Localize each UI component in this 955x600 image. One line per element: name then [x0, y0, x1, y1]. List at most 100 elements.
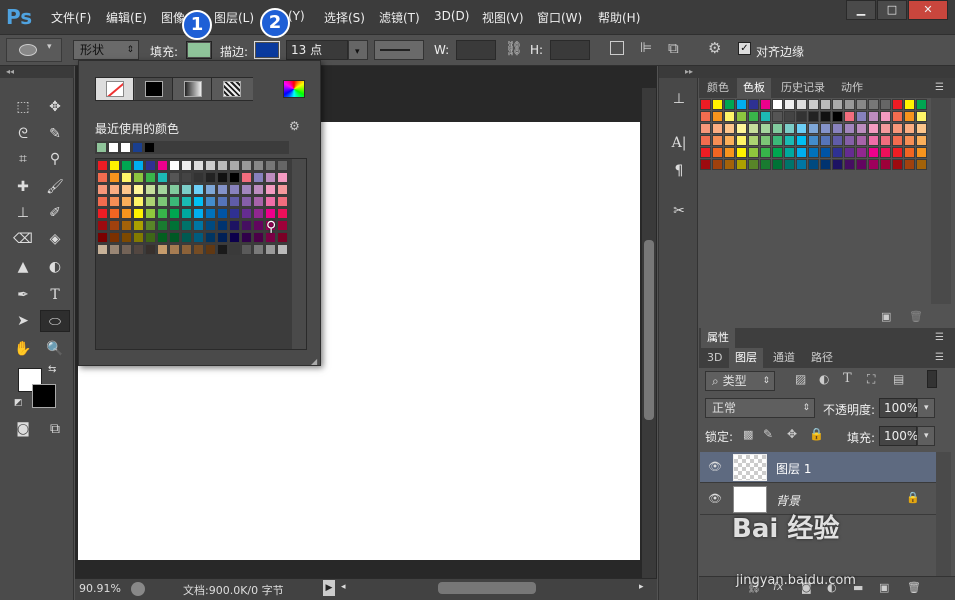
gear-icon[interactable]: ⚙ [289, 119, 300, 133]
popup-color-swatch[interactable] [133, 160, 144, 171]
panel-menu-icon[interactable]: ☰ [935, 332, 944, 343]
panel-color-swatch[interactable] [748, 123, 759, 134]
popup-color-swatch[interactable] [205, 172, 216, 183]
panel-color-swatch[interactable] [904, 147, 915, 158]
panel-color-swatch[interactable] [820, 123, 831, 134]
popup-swatch-grid[interactable] [96, 159, 292, 259]
path-selection-icon[interactable]: ➤ [10, 310, 36, 332]
popup-color-swatch[interactable] [145, 220, 156, 231]
popup-color-swatch[interactable] [145, 172, 156, 183]
popup-color-swatch[interactable] [229, 172, 240, 183]
stroke-swatch[interactable] [254, 41, 280, 59]
status-arrow-icon[interactable]: ▶ [323, 580, 335, 596]
filter-shape-icon[interactable]: ⛶ [867, 372, 875, 387]
tab-properties[interactable]: 属性 [701, 328, 735, 348]
panel-color-swatch[interactable] [868, 99, 879, 110]
healing-brush-icon[interactable]: ✚ [10, 176, 36, 198]
popup-color-swatch[interactable] [157, 184, 168, 195]
popup-color-swatch[interactable] [217, 184, 228, 195]
popup-color-swatch[interactable] [205, 184, 216, 195]
minimize-button[interactable]: ▁ [846, 0, 876, 20]
popup-color-swatch[interactable] [133, 220, 144, 231]
popup-color-swatch[interactable] [205, 160, 216, 171]
recent-color-swatch[interactable] [96, 142, 107, 153]
tab-3d[interactable]: 3D [701, 348, 728, 368]
popup-color-swatch[interactable] [229, 244, 240, 255]
panel-color-swatch[interactable] [772, 111, 783, 122]
menu-layer[interactable]: 图层(L) [214, 9, 254, 26]
popup-color-swatch[interactable] [97, 244, 108, 255]
popup-color-swatch[interactable] [193, 172, 204, 183]
panel-color-swatch[interactable] [724, 159, 735, 170]
panel-color-swatch[interactable] [700, 147, 711, 158]
popup-color-swatch[interactable] [169, 160, 180, 171]
popup-color-swatch[interactable] [193, 244, 204, 255]
panel-color-swatch[interactable] [760, 123, 771, 134]
popup-color-swatch[interactable] [97, 196, 108, 207]
popup-color-swatch[interactable] [169, 196, 180, 207]
recent-color-swatch[interactable] [132, 142, 143, 153]
popup-color-swatch[interactable] [253, 196, 264, 207]
layer-name[interactable]: 背景 [776, 492, 800, 509]
panel-color-swatch[interactable] [892, 111, 903, 122]
popup-color-swatch[interactable] [97, 160, 108, 171]
eye-icon[interactable]: 👁 [708, 492, 722, 505]
panel-color-swatch[interactable] [856, 123, 867, 134]
panel-color-swatch[interactable] [916, 99, 927, 110]
panel-color-swatch[interactable] [748, 147, 759, 158]
hand-tool-icon[interactable]: ✋ [10, 338, 36, 360]
panel-color-swatch[interactable] [712, 135, 723, 146]
popup-color-swatch[interactable] [265, 244, 276, 255]
panel-color-swatch[interactable] [820, 111, 831, 122]
panel-color-swatch[interactable] [844, 99, 855, 110]
panel-color-swatch[interactable] [832, 111, 843, 122]
panel-color-swatch[interactable] [724, 111, 735, 122]
popup-color-swatch[interactable] [157, 160, 168, 171]
panel-color-swatch[interactable] [844, 135, 855, 146]
popup-color-swatch[interactable] [217, 160, 228, 171]
menu-3d[interactable]: 3D(D) [434, 9, 469, 23]
lock-all-icon[interactable]: 🔒 [809, 427, 824, 441]
panel-color-swatch[interactable] [748, 135, 759, 146]
height-input[interactable] [550, 40, 590, 60]
panel-color-swatch[interactable] [820, 159, 831, 170]
panel-color-swatch[interactable] [748, 99, 759, 110]
panel-color-swatch[interactable] [844, 111, 855, 122]
panel-color-swatch[interactable] [796, 159, 807, 170]
swatches-grid[interactable] [699, 98, 931, 186]
popup-color-swatch[interactable] [193, 196, 204, 207]
history-brush-icon[interactable]: ✐ [42, 202, 68, 224]
brush-tool-icon[interactable]: 🖌 [42, 176, 68, 198]
popup-color-swatch[interactable] [157, 232, 168, 243]
panel-color-swatch[interactable] [748, 159, 759, 170]
color-picker-icon[interactable] [283, 80, 305, 98]
delete-swatch-icon[interactable]: 🗑 [909, 310, 923, 323]
popup-color-swatch[interactable] [97, 232, 108, 243]
panel-color-swatch[interactable] [808, 111, 819, 122]
panel-color-swatch[interactable] [784, 123, 795, 134]
popup-color-swatch[interactable] [133, 184, 144, 195]
panel-color-swatch[interactable] [700, 111, 711, 122]
panel-color-swatch[interactable] [856, 147, 867, 158]
popup-color-swatch[interactable] [241, 232, 252, 243]
panel-color-swatch[interactable] [916, 159, 927, 170]
popup-color-swatch[interactable] [169, 184, 180, 195]
popup-color-swatch[interactable] [253, 244, 264, 255]
popup-color-swatch[interactable] [133, 244, 144, 255]
maximize-button[interactable]: □ [877, 0, 907, 20]
popup-color-swatch[interactable] [157, 220, 168, 231]
popup-color-swatch[interactable] [181, 232, 192, 243]
popup-color-swatch[interactable] [217, 232, 228, 243]
gear-icon[interactable]: ⚙ [708, 39, 721, 57]
popup-color-swatch[interactable] [229, 196, 240, 207]
panel-color-swatch[interactable] [796, 111, 807, 122]
popup-color-swatch[interactable] [109, 172, 120, 183]
popup-color-swatch[interactable] [193, 184, 204, 195]
panel-color-swatch[interactable] [760, 99, 771, 110]
panel-color-swatch[interactable] [700, 135, 711, 146]
panel-color-swatch[interactable] [820, 147, 831, 158]
popup-color-swatch[interactable] [265, 208, 276, 219]
popup-color-swatch[interactable] [253, 184, 264, 195]
popup-color-swatch[interactable] [145, 184, 156, 195]
menu-edit[interactable]: 编辑(E) [106, 9, 147, 26]
